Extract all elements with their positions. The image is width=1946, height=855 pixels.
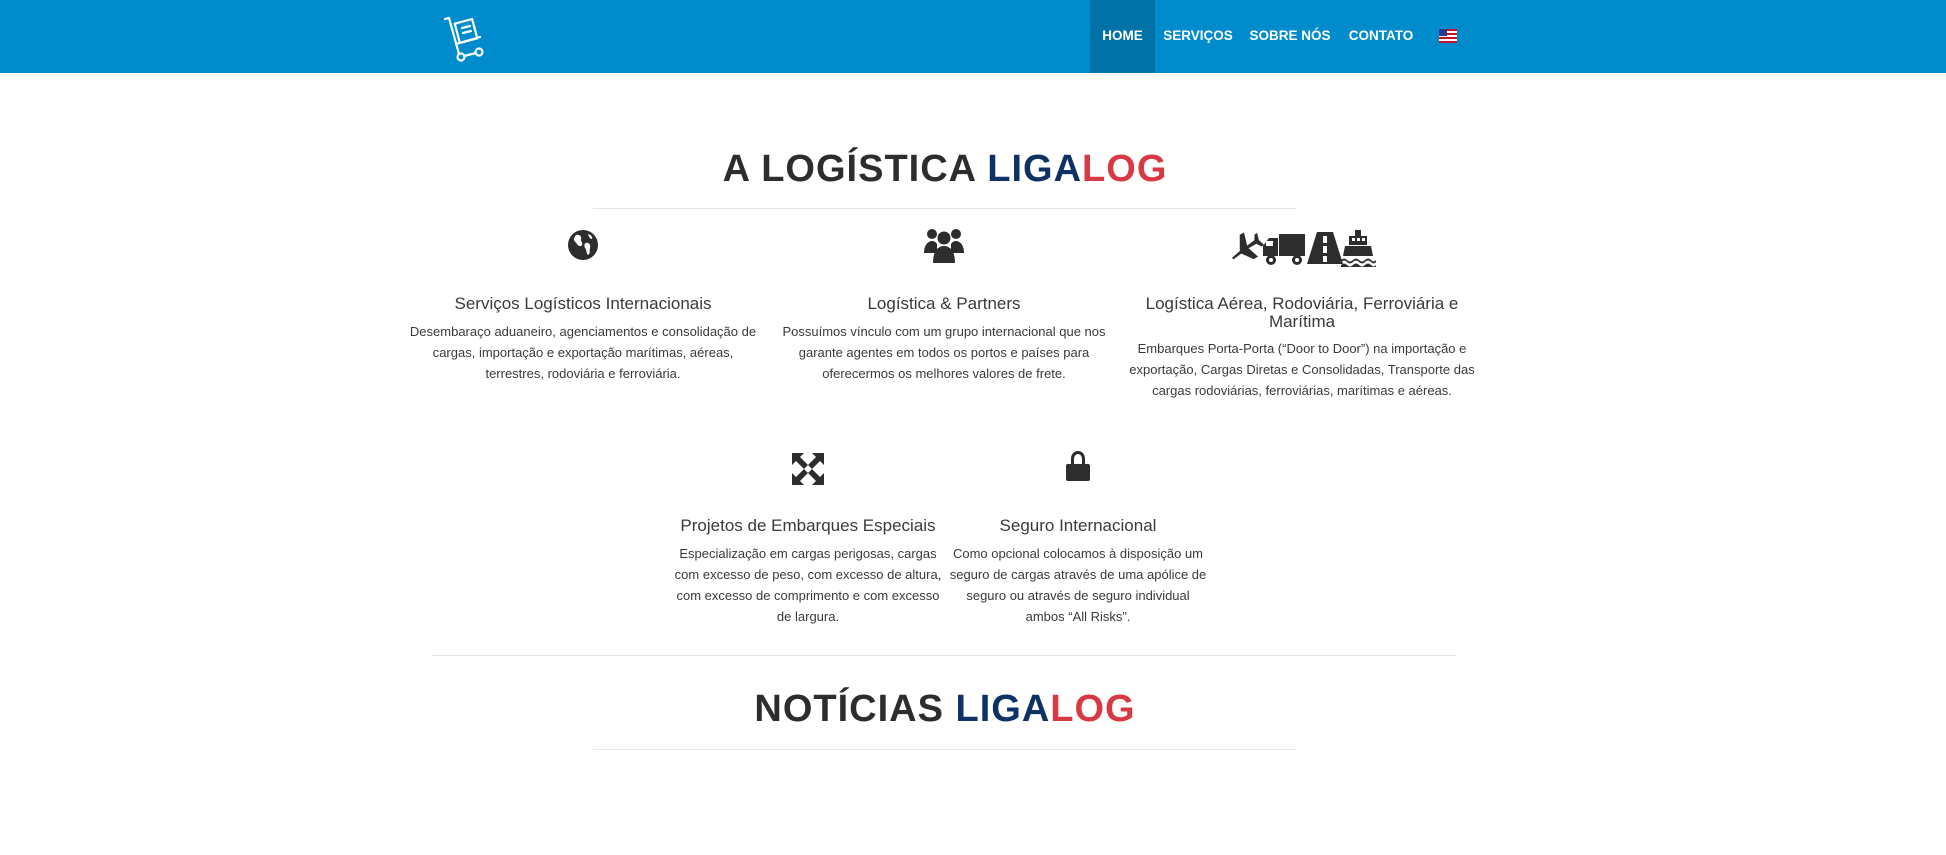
road-icon: [1307, 232, 1343, 264]
brand-log: LOG: [1050, 688, 1136, 730]
feature-description: Como opcional colocamos à disposição um …: [949, 546, 1207, 624]
feature-logistica-partners: Logística & Partners Possuímos vínculo c…: [776, 225, 1112, 385]
nav-home[interactable]: HOME: [1090, 0, 1155, 73]
plane-icon: [1232, 232, 1265, 260]
language-switch[interactable]: [1439, 29, 1457, 43]
nav-sobre-nos[interactable]: SOBRE NÓS: [1248, 0, 1332, 73]
expand-arrows-icon: [792, 453, 824, 485]
feature-title: Projetos de Embarques Especiais: [680, 516, 936, 535]
feature-title: Serviços Logísticos Internacionais: [454, 294, 712, 313]
feature-description: Desembaraço aduaneiro, agenciamentos e c…: [409, 324, 757, 381]
users-icon: [924, 229, 964, 263]
truck-icon: [1263, 234, 1305, 265]
transport-icons: [1227, 228, 1377, 268]
feature-description: Embarques Porta-Porta (“Door to Door”) n…: [1129, 341, 1475, 398]
globe-icon: [568, 230, 598, 260]
top-navbar: HOME SERVIÇOS SOBRE NÓS CONTATO: [0, 0, 1946, 73]
feature-projetos-especiais: Projetos de Embarques Especiais Especial…: [672, 448, 944, 628]
lock-icon: [1066, 451, 1090, 481]
feature-description: Especialização em cargas perigosas, carg…: [674, 546, 942, 624]
hand-truck-icon: [443, 16, 484, 62]
feature-logistica-modal: Logística Aérea, Rodoviária, Ferroviária…: [1126, 225, 1478, 405]
brand-liga: LIGA: [987, 148, 1083, 190]
nav-contato[interactable]: CONTATO: [1346, 0, 1416, 73]
feature-title: Seguro Internacional: [999, 516, 1157, 535]
feature-servicos-logisticos: Serviços Logísticos Internacionais Desem…: [405, 225, 761, 385]
section-divider: [431, 655, 1457, 656]
title-prefix: A LOGÍSTICA: [722, 148, 976, 190]
brand-log: LOG: [1082, 148, 1168, 190]
nav-servicos[interactable]: SERVIÇOS: [1162, 0, 1234, 73]
ship-icon: [1341, 230, 1376, 267]
title-prefix: NOTÍCIAS: [754, 688, 944, 730]
feature-title: Logística Aérea, Rodoviária, Ferroviária…: [1145, 294, 1459, 331]
title-divider: [593, 208, 1296, 209]
feature-seguro-internacional: Seguro Internacional Como opcional coloc…: [948, 448, 1208, 624]
us-flag-icon: [1439, 29, 1457, 43]
feature-description: Possuímos vínculo com um grupo internaci…: [782, 324, 1106, 381]
feature-title: Logística & Partners: [867, 294, 1021, 313]
title-divider: [593, 749, 1296, 750]
news-section-title: NOTÍCIAS LIGALOG: [0, 688, 1890, 731]
site-logo[interactable]: [442, 14, 492, 64]
about-section-title: A LOGÍSTICA LIGALOG: [0, 148, 1890, 191]
brand-liga: LIGA: [955, 688, 1051, 730]
